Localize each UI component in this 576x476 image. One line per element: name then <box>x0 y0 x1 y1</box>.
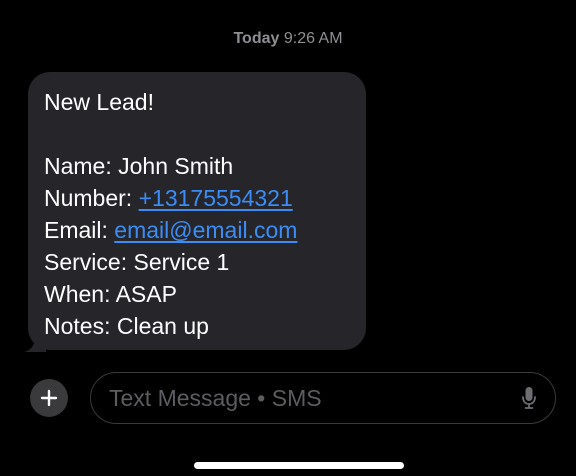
message-input[interactable]: Text Message • SMS <box>90 372 556 424</box>
lead-when: When: ASAP <box>44 281 177 307</box>
message-timestamp: Today 9:26 AM <box>0 30 576 48</box>
incoming-message[interactable]: New Lead! Name: John Smith Number: +1317… <box>24 72 366 352</box>
microphone-icon[interactable] <box>521 386 537 410</box>
plus-icon <box>40 389 58 407</box>
phone-link[interactable]: +13175554321 <box>139 185 293 211</box>
timestamp-day: Today <box>233 30 280 47</box>
home-indicator[interactable] <box>194 462 404 469</box>
messages-screen: { "conversation": { "timestamp_day": "To… <box>0 0 576 476</box>
lead-notes: Notes: Clean up <box>44 313 209 339</box>
lead-number-line: Number: +13175554321 <box>44 182 348 214</box>
email-link[interactable]: email@email.com <box>114 217 297 243</box>
composer-bar: Text Message • SMS <box>0 370 576 426</box>
message-input-placeholder: Text Message • SMS <box>109 385 322 411</box>
email-label: Email: <box>44 217 115 243</box>
message-bubble[interactable]: New Lead! Name: John Smith Number: +1317… <box>28 72 366 350</box>
number-label: Number: <box>44 185 139 211</box>
message-heading: New Lead! <box>44 89 154 115</box>
lead-name: Name: John Smith <box>44 153 234 179</box>
apps-plus-button[interactable] <box>30 379 68 417</box>
lead-service: Service: Service 1 <box>44 249 230 275</box>
timestamp-time: 9:26 AM <box>283 30 343 47</box>
lead-email-line: Email: email@email.com <box>44 214 348 246</box>
